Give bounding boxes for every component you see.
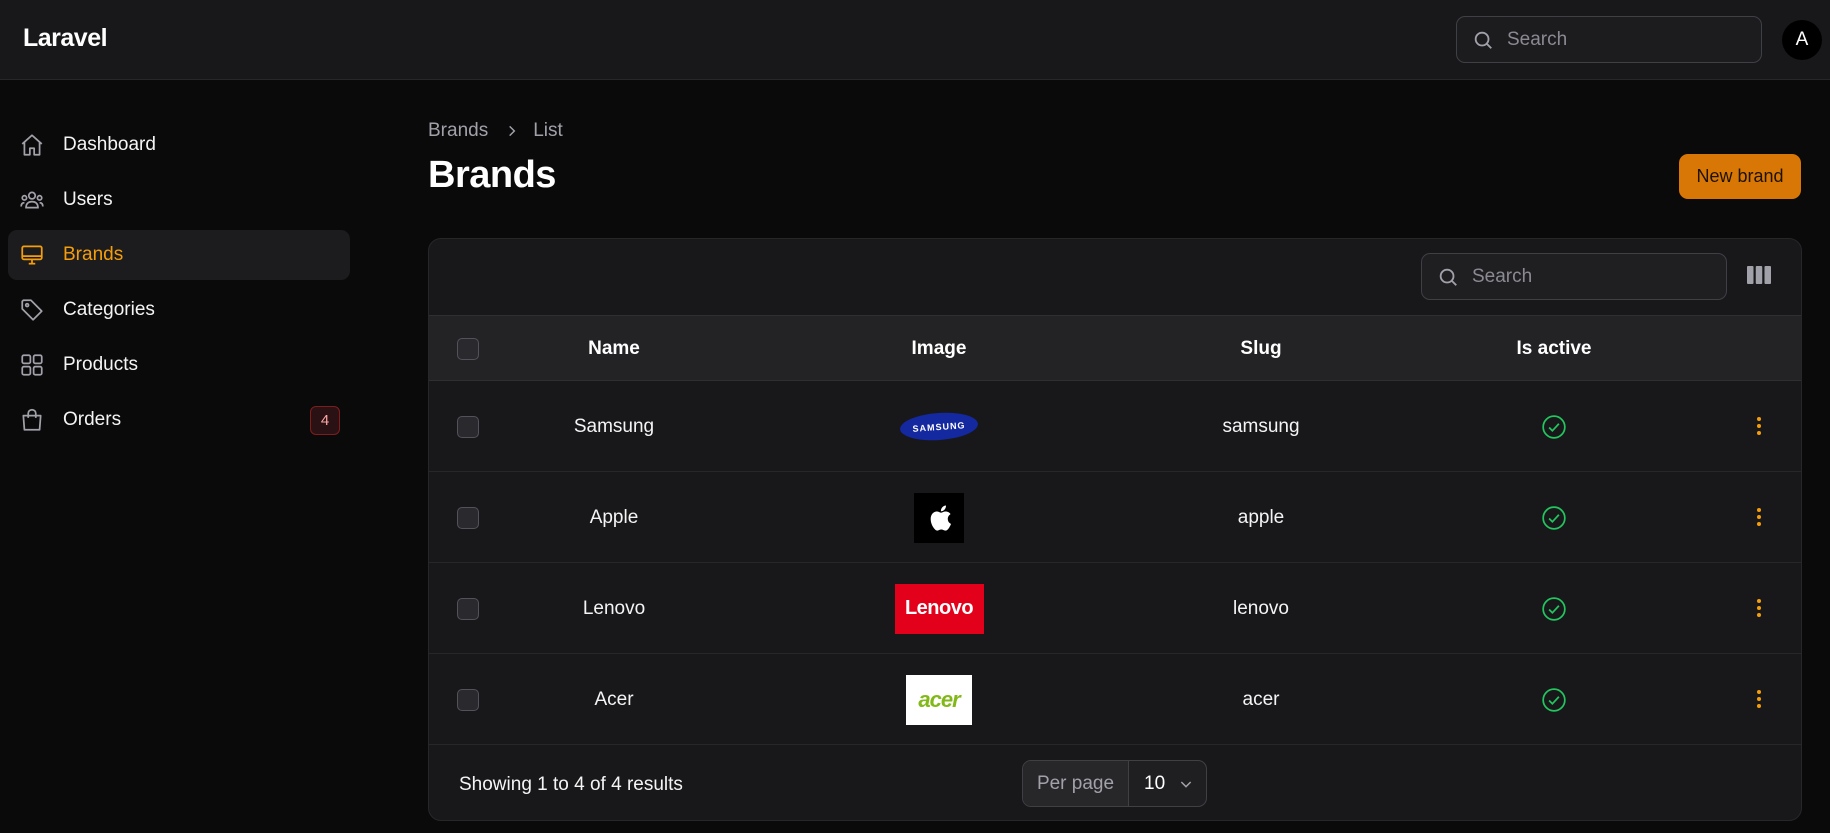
search-icon <box>1439 268 1457 286</box>
row-actions-icon[interactable] <box>1751 687 1767 713</box>
brand-slug: samsung <box>1222 415 1300 437</box>
home-icon <box>21 134 43 156</box>
table-row[interactable]: Apple apple <box>429 472 1801 563</box>
per-page-select[interactable]: Per page 10 <box>1022 760 1207 807</box>
column-header-image: Image <box>911 338 967 359</box>
chevron-down-icon[interactable] <box>1178 776 1194 792</box>
brands-table: Name Image Slug Is active Samsung SAMSUN… <box>428 238 1802 821</box>
monitor-icon <box>21 245 43 265</box>
check-circle-icon <box>1529 381 1579 472</box>
table-search-input[interactable] <box>1472 254 1702 299</box>
brand-name: Lenovo <box>582 597 646 619</box>
column-header-is-active[interactable]: Is active <box>1479 316 1629 382</box>
lenovo-logo: Lenovo <box>894 583 984 634</box>
chevron-right-icon <box>505 124 519 138</box>
sidebar-item-label: Orders <box>63 409 122 430</box>
table-header: Name Image Slug Is active <box>429 315 1801 382</box>
sidebar-item-orders[interactable]: Orders 4 <box>8 395 350 445</box>
top-bar: Laravel A <box>0 0 1830 80</box>
table-row[interactable]: Acer acer acer <box>429 654 1801 745</box>
brand-image: SAMSUNG <box>859 381 1019 472</box>
sidebar-item-dashboard[interactable]: Dashboard <box>8 120 350 170</box>
users-icon <box>20 191 44 209</box>
shopping-bag-icon <box>22 408 42 431</box>
sidebar-item-label: Dashboard <box>63 134 156 155</box>
per-page-label: Per page <box>1023 761 1129 806</box>
brand-image: Lenovo <box>859 563 1019 654</box>
sidebar-item-label: Brands <box>63 244 124 265</box>
sidebar-item-products[interactable]: Products <box>8 340 350 390</box>
column-header-slug[interactable]: Slug <box>1206 316 1316 382</box>
tag-icon <box>21 299 43 321</box>
app-logo[interactable]: Laravel <box>23 24 108 53</box>
sidebar-item-brands[interactable]: Brands <box>8 230 350 280</box>
row-checkbox[interactable] <box>457 598 479 620</box>
breadcrumb-list[interactable]: List <box>533 120 563 142</box>
brand-name: Apple <box>589 506 639 528</box>
sidebar-item-label: Categories <box>63 299 155 320</box>
row-actions-icon[interactable] <box>1751 414 1767 440</box>
table-row[interactable]: Lenovo Lenovo lenovo <box>429 563 1801 654</box>
global-search-input[interactable] <box>1507 17 1737 62</box>
brand-image <box>859 472 1019 563</box>
columns-icon[interactable] <box>1747 265 1771 285</box>
table-row[interactable]: Samsung SAMSUNG samsung <box>429 381 1801 472</box>
brand-name: Acer <box>594 688 634 710</box>
check-circle-icon <box>1529 563 1579 654</box>
global-search[interactable] <box>1456 16 1762 63</box>
avatar[interactable]: A <box>1782 20 1822 60</box>
page-title: Brands <box>428 154 556 196</box>
select-all-checkbox[interactable] <box>457 338 479 360</box>
row-checkbox[interactable] <box>457 416 479 438</box>
brand-image: acer <box>859 654 1019 745</box>
brand-slug: apple <box>1237 506 1285 528</box>
column-header-name[interactable]: Name <box>559 316 669 382</box>
row-checkbox[interactable] <box>457 507 479 529</box>
row-actions-icon[interactable] <box>1751 596 1767 622</box>
sidebar-item-label: Users <box>63 189 113 210</box>
brand-slug: lenovo <box>1233 597 1289 619</box>
grid-icon <box>21 354 43 376</box>
apple-logo <box>914 492 964 543</box>
row-checkbox[interactable] <box>457 689 479 711</box>
per-page-value[interactable]: 10 <box>1144 773 1165 795</box>
samsung-logo: SAMSUNG <box>899 410 979 443</box>
orders-count-badge: 4 <box>310 406 340 435</box>
new-brand-button[interactable]: New brand <box>1679 154 1801 199</box>
brand-slug: acer <box>1242 688 1280 710</box>
breadcrumb-brands[interactable]: Brands <box>428 120 488 142</box>
sidebar-item-label: Products <box>63 354 138 375</box>
row-actions-icon[interactable] <box>1751 505 1767 531</box>
sidebar-item-users[interactable]: Users <box>8 175 350 225</box>
check-circle-icon <box>1529 472 1579 563</box>
search-icon <box>1474 31 1492 49</box>
table-search[interactable] <box>1421 253 1727 300</box>
brand-name: Samsung <box>573 415 655 437</box>
sidebar-item-categories[interactable]: Categories <box>8 285 350 335</box>
breadcrumb: Brands List <box>428 120 563 142</box>
pagination-summary: Showing 1 to 4 of 4 results <box>459 774 683 795</box>
acer-logo: acer <box>906 674 972 725</box>
check-circle-icon <box>1529 654 1579 745</box>
